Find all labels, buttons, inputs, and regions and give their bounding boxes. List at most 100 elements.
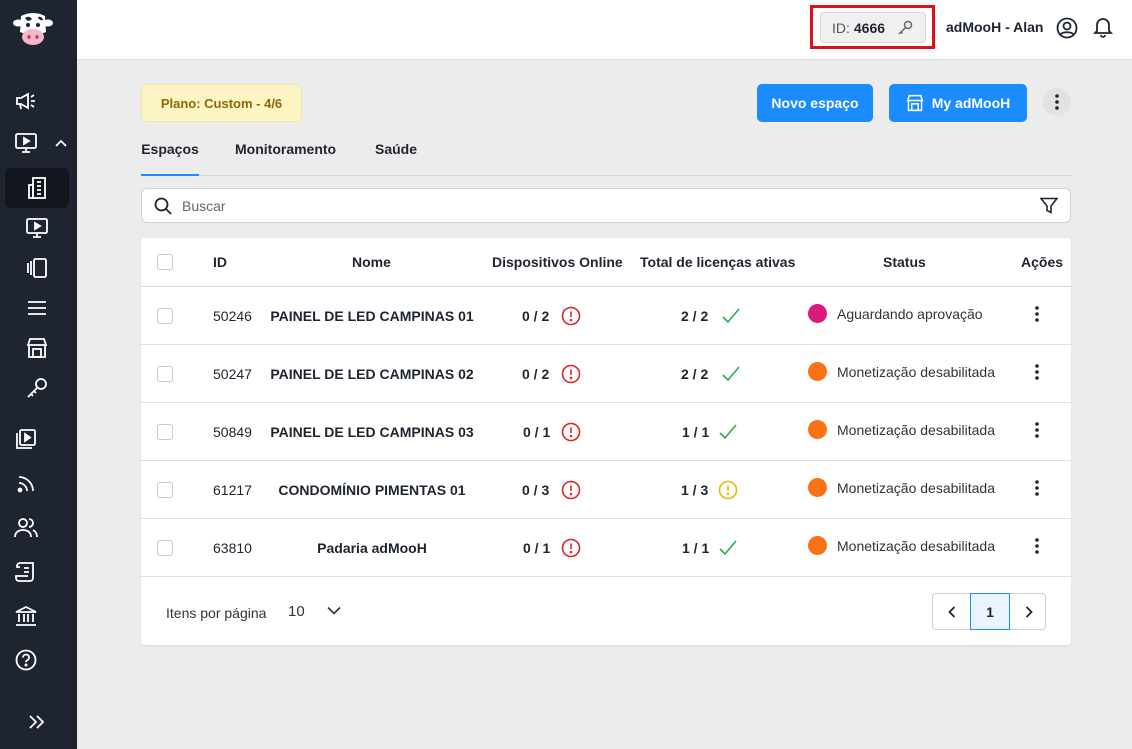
row-checkbox[interactable] (157, 424, 173, 440)
bank-icon[interactable] (13, 604, 39, 628)
status-dot (808, 478, 827, 497)
chevron-down-icon[interactable] (327, 606, 341, 615)
row-devices: 0 / 1 (523, 424, 551, 440)
row-actions-icon[interactable] (1035, 422, 1039, 438)
row-checkbox[interactable] (157, 540, 173, 556)
row-status: Monetização desabilitada (837, 422, 995, 438)
row-actions-icon[interactable] (1035, 364, 1039, 380)
new-space-label: Novo espaço (771, 95, 859, 111)
sidebar (0, 0, 77, 749)
row-name[interactable]: PAINEL DE LED CAMPINAS 03 (267, 424, 477, 440)
id-label: ID: (832, 19, 850, 36)
store-icon[interactable] (24, 336, 50, 360)
key-icon[interactable] (24, 376, 50, 400)
check-icon (721, 307, 741, 325)
tab-saude[interactable]: Saúde (375, 137, 417, 175)
header-devices-online[interactable]: Dispositivos Online (492, 254, 623, 270)
table-row[interactable]: 50849 PAINEL DE LED CAMPINAS 03 0 / 1 1 … (141, 403, 1071, 461)
check-icon (718, 423, 738, 441)
row-licenses: 1 / 1 (682, 540, 710, 556)
current-page-button[interactable]: 1 (970, 593, 1010, 630)
expand-icon[interactable] (24, 710, 50, 734)
status-dot (808, 420, 827, 439)
search-input[interactable] (182, 196, 1002, 216)
table-row[interactable]: 50247 PAINEL DE LED CAMPINAS 02 0 / 2 2 … (141, 345, 1071, 403)
user-circle-icon[interactable] (1056, 17, 1078, 39)
chevron-up-icon[interactable] (53, 136, 69, 150)
warning-alert-icon (718, 480, 738, 500)
row-actions-icon[interactable] (1035, 538, 1039, 554)
row-status: Monetização desabilitada (837, 538, 995, 554)
error-alert-icon (561, 364, 581, 384)
spaces-table: ID Nome Dispositivos Online Total de lic… (141, 238, 1071, 645)
header-licenses[interactable]: Total de licenças ativas (640, 254, 795, 270)
megaphone-icon[interactable] (13, 89, 39, 113)
header-status[interactable]: Status (883, 254, 926, 270)
account-name[interactable]: adMooH - Alan (946, 19, 1043, 35)
row-id: 50246 (213, 308, 252, 324)
feed-icon[interactable] (13, 472, 39, 496)
plan-badge: Plano: Custom - 4/6 (141, 84, 302, 122)
row-status: Aguardando aprovação (837, 306, 983, 322)
id-value: 4666 (853, 19, 886, 36)
row-checkbox[interactable] (157, 308, 173, 324)
row-status: Monetização desabilitada (837, 364, 995, 380)
row-licenses: 1 / 1 (682, 424, 710, 440)
key-icon[interactable] (897, 20, 913, 36)
status-dot (808, 536, 827, 555)
monitor-icon[interactable] (13, 131, 39, 155)
items-per-page-select[interactable]: 10 (288, 603, 305, 620)
row-devices: 0 / 2 (522, 366, 550, 382)
cow-logo-icon[interactable] (12, 10, 54, 48)
header-actions: Ações (1021, 254, 1064, 270)
table-row[interactable]: 63810 Padaria adMooH 0 / 1 1 / 1 Monetiz… (141, 519, 1071, 577)
pagination: 1 (932, 593, 1046, 630)
row-name[interactable]: PAINEL DE LED CAMPINAS 01 (267, 308, 477, 324)
help-icon[interactable] (13, 648, 39, 672)
playlist-icon[interactable] (13, 427, 39, 451)
error-alert-icon (561, 422, 581, 442)
search-bar (141, 188, 1071, 223)
row-devices: 0 / 3 (522, 482, 550, 498)
users-icon[interactable] (13, 516, 39, 540)
select-all-checkbox[interactable] (157, 254, 173, 270)
row-checkbox[interactable] (157, 482, 173, 498)
row-checkbox[interactable] (157, 366, 173, 382)
filter-icon[interactable] (1040, 197, 1058, 215)
script-icon[interactable] (13, 560, 39, 584)
row-name[interactable]: Padaria adMooH (267, 540, 477, 556)
store-icon (906, 94, 924, 112)
row-name[interactable]: PAINEL DE LED CAMPINAS 02 (267, 366, 477, 382)
table-header: ID Nome Dispositivos Online Total de lic… (141, 238, 1071, 287)
row-actions-icon[interactable] (1035, 306, 1039, 322)
my-admooh-label: My adMooH (931, 95, 1011, 111)
more-options-icon[interactable] (1043, 88, 1071, 116)
building-icon[interactable] (24, 176, 50, 200)
play-screen-icon[interactable] (24, 216, 50, 240)
error-alert-icon (561, 480, 581, 500)
items-per-page-label: Itens por página (166, 605, 267, 621)
chevron-left-icon[interactable] (933, 594, 970, 629)
row-licenses: 2 / 2 (681, 308, 709, 324)
header-name[interactable]: Nome (352, 254, 391, 270)
header-id[interactable]: ID (213, 254, 227, 270)
status-dot (808, 304, 827, 323)
panels-icon[interactable] (24, 256, 50, 280)
id-badge[interactable]: ID: 4666 (820, 12, 926, 43)
row-id: 63810 (213, 540, 252, 556)
row-id: 50849 (213, 424, 252, 440)
menu-lines-icon[interactable] (24, 296, 50, 320)
new-space-button[interactable]: Novo espaço (757, 84, 873, 122)
table-row[interactable]: 61217 CONDOMÍNIO PIMENTAS 01 0 / 3 1 / 3… (141, 461, 1071, 519)
row-name[interactable]: CONDOMÍNIO PIMENTAS 01 (267, 482, 477, 498)
tab-monitoramento[interactable]: Monitoramento (235, 137, 336, 175)
table-row[interactable]: 50246 PAINEL DE LED CAMPINAS 01 0 / 2 2 … (141, 287, 1071, 345)
row-devices: 0 / 2 (522, 308, 550, 324)
search-icon (154, 197, 172, 215)
bell-icon[interactable] (1093, 16, 1113, 38)
chevron-right-icon[interactable] (1010, 594, 1047, 629)
tab-espacos[interactable]: Espaços (141, 137, 199, 176)
my-admooh-button[interactable]: My adMooH (889, 84, 1027, 122)
error-alert-icon (561, 306, 581, 326)
row-actions-icon[interactable] (1035, 480, 1039, 496)
